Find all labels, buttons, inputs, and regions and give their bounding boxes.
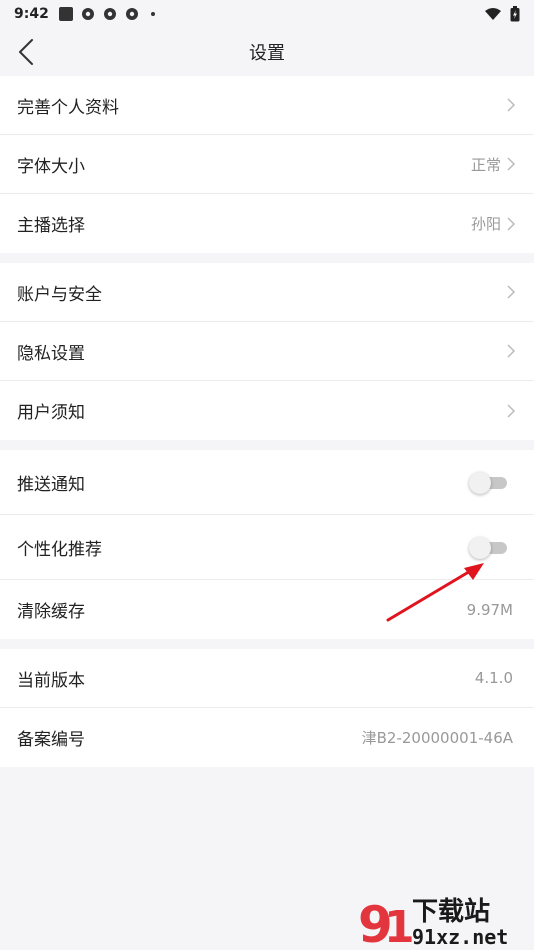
watermark-logo: 9 1 下载站 91xz.net	[358, 896, 508, 950]
chevron-right-icon	[507, 98, 516, 112]
row-personalized-recommend: 个性化推荐	[0, 515, 534, 580]
row-complete-profile[interactable]: 完善个人资料	[0, 76, 534, 135]
back-button[interactable]	[10, 36, 42, 68]
row-label: 完善个人资料	[17, 97, 119, 118]
wifi-icon	[485, 8, 501, 20]
chevron-right-icon	[507, 403, 516, 418]
notification-aperture-icon	[125, 8, 138, 20]
row-label: 清除缓存	[17, 602, 85, 622]
page-title: 设置	[249, 43, 285, 64]
cache-size-value: 9.97M	[466, 600, 513, 619]
row-label: 用户须知	[17, 403, 85, 423]
row-label: 备案编号	[17, 730, 85, 750]
toggle-knob	[469, 472, 491, 494]
watermark-brand: 下载站	[412, 897, 490, 927]
anchor-value: 孙阳	[470, 215, 501, 233]
notification-aperture-icon	[103, 8, 116, 20]
row-label: 当前版本	[17, 670, 85, 691]
settings-group-account: 账户与安全 隐私设置 用户须知	[0, 263, 534, 440]
row-icp-number: 备案编号 津B2-20000001-46A	[0, 708, 534, 767]
icp-value: 津B2-20000001-46A	[361, 729, 513, 747]
row-anchor-select[interactable]: 主播选择 孙阳	[0, 194, 534, 253]
row-account-security[interactable]: 账户与安全	[0, 263, 534, 322]
push-notification-toggle[interactable]	[469, 472, 507, 494]
row-label: 隐私设置	[17, 343, 85, 364]
watermark-domain: 91xz.net	[412, 925, 508, 949]
chevron-right-icon	[507, 157, 516, 171]
version-value: 4.1.0	[474, 669, 513, 687]
toggle-knob	[469, 537, 491, 559]
font-size-value: 正常	[470, 155, 501, 174]
status-time: 9:42	[14, 6, 49, 22]
svg-text:1: 1	[384, 902, 415, 950]
more-notifications-dot-icon	[150, 12, 155, 16]
chevron-right-icon	[507, 216, 516, 231]
notification-aperture-icon	[81, 8, 94, 20]
row-label: 个性化推荐	[17, 539, 102, 560]
settings-group-profile: 完善个人资料 字体大小 正常 主播选择 孙阳	[0, 76, 534, 253]
settings-group-about: 当前版本 4.1.0 备案编号 津B2-20000001-46A	[0, 649, 534, 767]
row-label: 推送通知	[17, 474, 85, 495]
personalized-recommend-toggle[interactable]	[469, 537, 507, 559]
status-bar: 9:42	[0, 0, 534, 28]
row-privacy-settings[interactable]: 隐私设置	[0, 322, 534, 381]
chevron-right-icon	[507, 344, 516, 358]
row-push-notification: 推送通知	[0, 450, 534, 515]
chevron-right-icon	[507, 285, 516, 299]
row-label: 主播选择	[17, 216, 85, 236]
chevron-left-icon	[19, 39, 33, 65]
settings-group-notifications: 推送通知 个性化推荐 清除缓存 9.97M	[0, 450, 534, 639]
row-label: 字体大小	[17, 156, 85, 177]
row-font-size[interactable]: 字体大小 正常	[0, 135, 534, 194]
row-clear-cache[interactable]: 清除缓存 9.97M	[0, 580, 534, 639]
battery-charging-icon	[510, 6, 520, 22]
notification-app-icon	[58, 7, 73, 21]
navigation-bar: 设置	[0, 28, 534, 76]
row-label: 账户与安全	[17, 284, 102, 305]
row-user-notice[interactable]: 用户须知	[0, 381, 534, 440]
row-current-version: 当前版本 4.1.0	[0, 649, 534, 708]
